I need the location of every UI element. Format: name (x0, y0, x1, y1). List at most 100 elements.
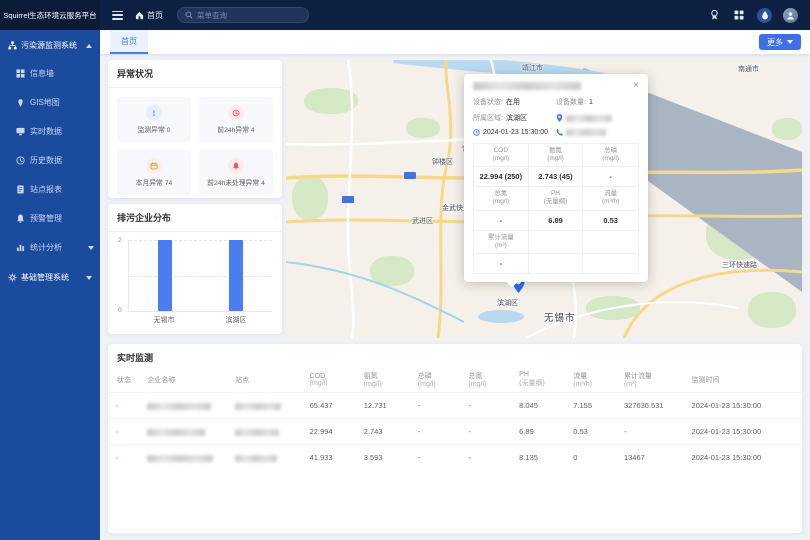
hamburger-menu-icon[interactable] (112, 11, 123, 20)
more-label: 更多 (767, 37, 783, 48)
table-row[interactable]: 41.933 3.593 - - 8.135 0 13467 2024-01-2… (108, 444, 802, 470)
alarm-bell-icon (228, 158, 244, 174)
sidebar-section-basic-mgmt[interactable]: 基础管理系统 (0, 262, 100, 291)
tile-24h-abnormal[interactable]: 前24h异常 4 (199, 97, 273, 142)
realtime-monitor-card: 实时监测 状态 企业名称 站点 COD(mg/l) 氨氮(mg/l) 总磷(mg… (108, 344, 802, 533)
sidebar-section-pollution-monitoring[interactable]: 污染源监测系统 (0, 30, 100, 59)
bar-chart-icon (16, 243, 25, 252)
popup-title-row: × (473, 81, 639, 91)
item-label: 预警管理 (30, 213, 62, 224)
road-number-badge (342, 196, 354, 203)
grid-value: - (583, 167, 638, 187)
popup-measurement-grid: COD(mg/l) 氨氮(mg/l) 总磷(mg/l) 22.994 (250)… (473, 143, 639, 274)
chart-card-title: 排污企业分布 (108, 204, 282, 232)
search-icon (185, 11, 193, 19)
tab-home[interactable]: 首页 (110, 30, 148, 54)
monitor-icon (16, 127, 25, 136)
table-row[interactable]: 65.437 12.731 - - 8.045 7.155 327636.531… (108, 392, 802, 418)
menu-search[interactable] (177, 7, 309, 23)
x-label: 滨湖区 (226, 315, 247, 325)
calendar-icon (146, 158, 162, 174)
redacted-station (235, 403, 281, 410)
map-label: 三环快速路 (722, 260, 757, 270)
phone-icon (556, 129, 563, 136)
sidebar-item-site-report[interactable]: 站点报表 (0, 175, 100, 204)
x-axis-labels: 无锡市 滨湖区 (128, 312, 272, 325)
redacted-station (235, 455, 277, 462)
grid-value: 6.89 (529, 211, 584, 231)
apps-grid-icon[interactable] (732, 8, 746, 22)
gear-icon (8, 273, 17, 282)
more-button[interactable]: 更多 (759, 34, 801, 50)
redacted-company (147, 429, 205, 436)
map-label: 南通市 (738, 64, 759, 74)
grid-header: COD(mg/l) (474, 144, 529, 167)
gis-map[interactable]: 靖江市 南通市 江阴市 常州市 钟楼区 金武快速路 武进区 滨湖区 无锡市 三环… (286, 60, 802, 338)
sidebar-item-info-wall[interactable]: 信息墙 (0, 59, 100, 88)
header-actions (707, 8, 810, 23)
table-row[interactable]: 22.994 2.743 - - 6.89 0.53 - 2024-01-23 … (108, 418, 802, 444)
grid-value: 22.994 (250) (474, 167, 529, 187)
bars (129, 240, 272, 311)
redacted-company (147, 403, 211, 410)
breadcrumb-home[interactable]: 首页 (135, 10, 163, 21)
tab-label: 首页 (121, 36, 137, 47)
tile-text: 前24h异常 4 (217, 124, 254, 134)
station-info-popup: × 设备状态:在用 设备数量:1 所属区域:滨湖区 2024-01-23 15:… (464, 74, 648, 282)
history-clock-icon (16, 156, 25, 165)
water-drop-app-icon[interactable] (757, 8, 772, 23)
chevron-down-icon (787, 40, 793, 44)
redacted-address (566, 115, 612, 122)
map-pin-icon (16, 98, 25, 107)
app-root: Squirrel生态环境云服务平台 首页 (0, 0, 810, 540)
sidebar-item-statistics[interactable]: 统计分析 (0, 233, 100, 262)
top-header: Squirrel生态环境云服务平台 首页 (0, 0, 810, 30)
tile-monitor-abnormal[interactable]: 监测异常 0 (117, 97, 191, 142)
grid-header: 总氮(mg/l) (474, 187, 529, 210)
chevron-down-icon (88, 246, 94, 250)
tile-text: 本月异常 74 (136, 177, 173, 187)
grid-header-empty (583, 231, 638, 254)
home-icon (135, 11, 144, 20)
abnormal-tiles: 监测异常 0 前24h异常 4 本月异常 74 前24h未处理异常 4 (108, 88, 282, 204)
item-label: 实时数据 (30, 126, 62, 137)
location-pin-icon (556, 114, 563, 122)
map-label: 靖江市 (522, 63, 543, 73)
redacted-phone (566, 129, 606, 136)
sidebar-item-warning-mgmt[interactable]: 预警管理 (0, 204, 100, 233)
abnormal-status-card: 异常状况 监测异常 0 前24h异常 4 本月异常 74 前24h未处理异常 4 (108, 60, 282, 198)
grid-header: 总磷(mg/l) (583, 144, 638, 167)
user-avatar[interactable] (783, 8, 798, 23)
x-label: 无锡市 (154, 315, 175, 325)
popup-row-status: 设备状态:在用 设备数量:1 (473, 97, 639, 107)
map-label: 滨湖区 (497, 298, 518, 308)
alert-bell-icon (16, 214, 25, 223)
home-label: 首页 (147, 10, 163, 21)
search-input[interactable] (197, 11, 301, 20)
grid-header: PH(无量纲) (529, 187, 584, 210)
redacted-company (147, 455, 213, 462)
monitor-card-title: 实时监测 (108, 344, 802, 369)
grid-value: 0.53 (583, 211, 638, 231)
tile-24h-unhandled-abnormal[interactable]: 前24h未处理异常 4 (199, 150, 273, 195)
system-tree-icon (8, 41, 17, 50)
item-label: 站点报表 (30, 184, 62, 195)
sidebar-item-history-data[interactable]: 历史数据 (0, 146, 100, 175)
chart-plot-area: 2 0 (128, 240, 272, 312)
item-label: 历史数据 (30, 155, 62, 166)
item-label: GIS地图 (30, 97, 60, 108)
sidebar-item-gis-map[interactable]: GIS地图 (0, 88, 100, 117)
tile-month-abnormal[interactable]: 本月异常 74 (117, 150, 191, 195)
grid-header: 氨氮(mg/l) (529, 144, 584, 167)
road-number-badge (404, 172, 416, 179)
section-label: 污染源监测系统 (21, 40, 77, 51)
grid-value: 2.743 (45) (529, 167, 584, 187)
close-icon[interactable]: × (633, 81, 639, 91)
chevron-up-icon (86, 44, 92, 48)
table-header-row: 状态 企业名称 站点 COD(mg/l) 氨氮(mg/l) 总磷(mg/l) 总… (108, 369, 802, 392)
report-doc-icon (16, 185, 25, 194)
sidebar-item-realtime-data[interactable]: 实时数据 (0, 117, 100, 146)
award-icon[interactable] (707, 8, 721, 22)
grid-value: - (474, 211, 529, 231)
bar-chart: 2 0 无锡市 滨湖区 (108, 232, 282, 327)
